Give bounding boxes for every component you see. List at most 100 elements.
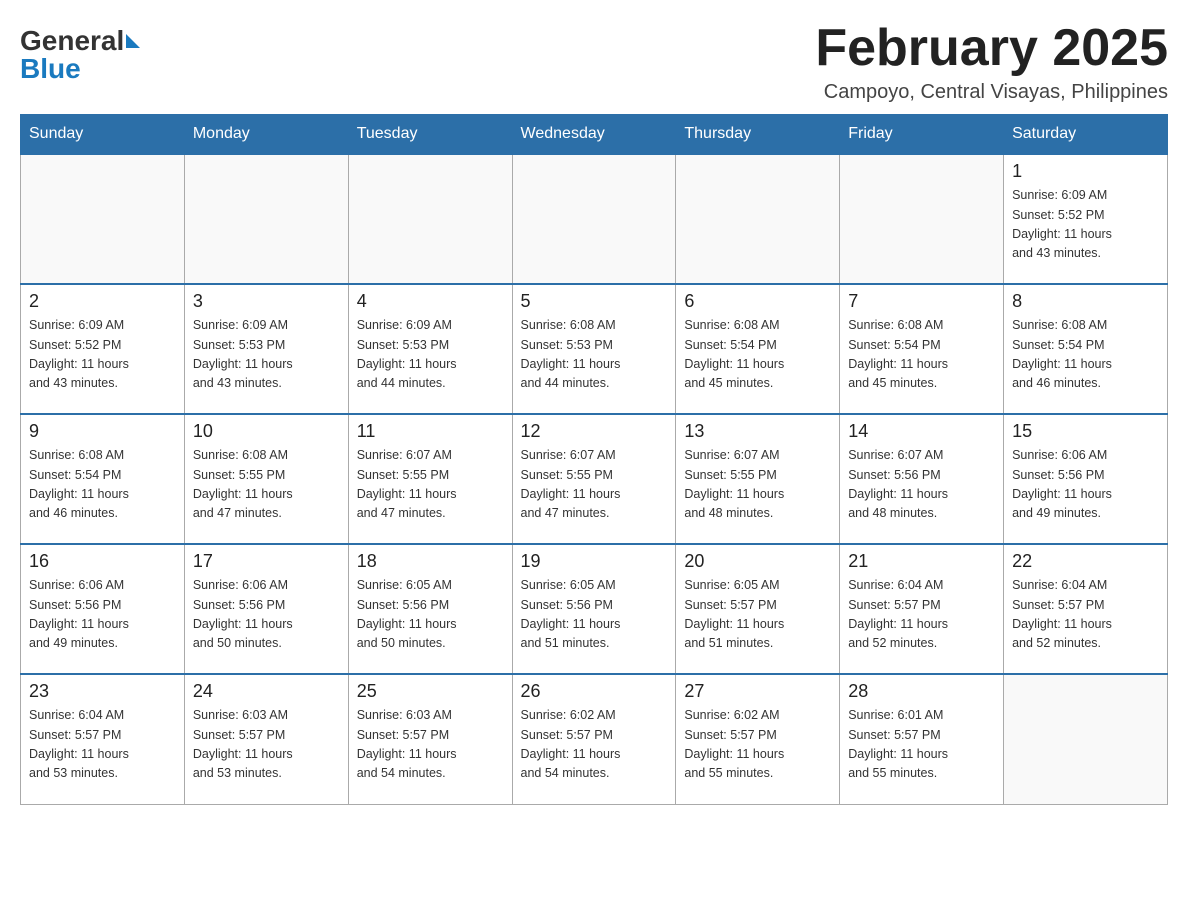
day-info: Sunrise: 6:05 AM Sunset: 5:56 PM Dayligh…: [521, 576, 668, 654]
day-info: Sunrise: 6:06 AM Sunset: 5:56 PM Dayligh…: [1012, 446, 1159, 524]
calendar-cell: 11 Sunrise: 6:07 AM Sunset: 5:55 PM Dayli…: [348, 414, 512, 544]
day-number: 27: [684, 681, 831, 702]
calendar-cell: 2 Sunrise: 6:09 AM Sunset: 5:52 PM Daylig…: [21, 284, 185, 414]
day-number: 11: [357, 421, 504, 442]
day-number: 12: [521, 421, 668, 442]
calendar-cell: 13 Sunrise: 6:07 AM Sunset: 5:55 PM Dayli…: [676, 414, 840, 544]
calendar-cell: [840, 154, 1004, 284]
calendar-cell: 12 Sunrise: 6:07 AM Sunset: 5:55 PM Dayli…: [512, 414, 676, 544]
calendar-cell: 4 Sunrise: 6:09 AM Sunset: 5:53 PM Daylig…: [348, 284, 512, 414]
day-number: 20: [684, 551, 831, 572]
week-row-3: 9Sunrise: 6:08 AM Sunset: 5:54 PM Daylig…: [21, 414, 1168, 544]
calendar-cell: 26 Sunrise: 6:02 AM Sunset: 5:57 PM Dayli…: [512, 674, 676, 804]
calendar-cell: 27 Sunrise: 6:02 AM Sunset: 5:57 PM Dayli…: [676, 674, 840, 804]
weekday-header-saturday: Saturday: [1004, 115, 1168, 155]
calendar-cell: 25 Sunrise: 6:03 AM Sunset: 5:57 PM Dayli…: [348, 674, 512, 804]
calendar-cell: 14 Sunrise: 6:07 AM Sunset: 5:56 PM Dayli…: [840, 414, 1004, 544]
calendar-cell: 15 Sunrise: 6:06 AM Sunset: 5:56 PM Dayli…: [1004, 414, 1168, 544]
week-row-5: 23 Sunrise: 6:04 AM Sunset: 5:57 PM Dayli…: [21, 674, 1168, 804]
day-info: Sunrise: 6:06 AM Sunset: 5:56 PM Dayligh…: [193, 576, 340, 654]
calendar-cell: 5Sunrise: 6:08 AM Sunset: 5:53 PM Daylig…: [512, 284, 676, 414]
day-info: Sunrise: 6:09 AM Sunset: 5:53 PM Dayligh…: [357, 316, 504, 394]
calendar-cell: [1004, 674, 1168, 804]
calendar-cell: 22 Sunrise: 6:04 AM Sunset: 5:57 PM Dayli…: [1004, 544, 1168, 674]
logo-blue-text: Blue: [20, 53, 81, 85]
day-info: Sunrise: 6:04 AM Sunset: 5:57 PM Dayligh…: [1012, 576, 1159, 654]
day-info: Sunrise: 6:06 AM Sunset: 5:56 PM Dayligh…: [29, 576, 176, 654]
day-info: Sunrise: 6:08 AM Sunset: 5:54 PM Dayligh…: [848, 316, 995, 394]
calendar-cell: 28Sunrise: 6:01 AM Sunset: 5:57 PM Dayli…: [840, 674, 1004, 804]
day-info: Sunrise: 6:08 AM Sunset: 5:54 PM Dayligh…: [1012, 316, 1159, 394]
day-info: Sunrise: 6:08 AM Sunset: 5:55 PM Dayligh…: [193, 446, 340, 524]
calendar-cell: [348, 154, 512, 284]
day-number: 16: [29, 551, 176, 572]
day-info: Sunrise: 6:08 AM Sunset: 5:54 PM Dayligh…: [684, 316, 831, 394]
calendar-cell: 9Sunrise: 6:08 AM Sunset: 5:54 PM Daylig…: [21, 414, 185, 544]
day-number: 15: [1012, 421, 1159, 442]
day-number: 4: [357, 291, 504, 312]
day-info: Sunrise: 6:02 AM Sunset: 5:57 PM Dayligh…: [684, 706, 831, 784]
day-info: Sunrise: 6:07 AM Sunset: 5:55 PM Dayligh…: [521, 446, 668, 524]
day-info: Sunrise: 6:02 AM Sunset: 5:57 PM Dayligh…: [521, 706, 668, 784]
day-info: Sunrise: 6:05 AM Sunset: 5:57 PM Dayligh…: [684, 576, 831, 654]
page-header: General Blue February 2025 Campoyo, Cent…: [20, 20, 1168, 104]
logo: General Blue: [20, 20, 140, 85]
weekday-header-row: SundayMondayTuesdayWednesdayThursdayFrid…: [21, 115, 1168, 155]
day-number: 26: [521, 681, 668, 702]
day-info: Sunrise: 6:07 AM Sunset: 5:55 PM Dayligh…: [684, 446, 831, 524]
day-info: Sunrise: 6:08 AM Sunset: 5:53 PM Dayligh…: [521, 316, 668, 394]
calendar-cell: 18 Sunrise: 6:05 AM Sunset: 5:56 PM Dayli…: [348, 544, 512, 674]
weekday-header-monday: Monday: [184, 115, 348, 155]
day-number: 24: [193, 681, 340, 702]
day-info: Sunrise: 6:07 AM Sunset: 5:55 PM Dayligh…: [357, 446, 504, 524]
calendar-cell: 21 Sunrise: 6:04 AM Sunset: 5:57 PM Dayli…: [840, 544, 1004, 674]
week-row-2: 2 Sunrise: 6:09 AM Sunset: 5:52 PM Daylig…: [21, 284, 1168, 414]
day-number: 25: [357, 681, 504, 702]
weekday-header-tuesday: Tuesday: [348, 115, 512, 155]
day-number: 1: [1012, 161, 1159, 182]
day-number: 13: [684, 421, 831, 442]
calendar-cell: 7Sunrise: 6:08 AM Sunset: 5:54 PM Daylig…: [840, 284, 1004, 414]
day-info: Sunrise: 6:09 AM Sunset: 5:53 PM Dayligh…: [193, 316, 340, 394]
weekday-header-thursday: Thursday: [676, 115, 840, 155]
day-number: 23: [29, 681, 176, 702]
day-number: 2: [29, 291, 176, 312]
day-info: Sunrise: 6:09 AM Sunset: 5:52 PM Dayligh…: [1012, 186, 1159, 264]
calendar-cell: 8 Sunrise: 6:08 AM Sunset: 5:54 PM Daylig…: [1004, 284, 1168, 414]
day-number: 10: [193, 421, 340, 442]
calendar-cell: 1 Sunrise: 6:09 AM Sunset: 5:52 PM Daylig…: [1004, 154, 1168, 284]
week-row-4: 16 Sunrise: 6:06 AM Sunset: 5:56 PM Dayli…: [21, 544, 1168, 674]
title-section: February 2025 Campoyo, Central Visayas, …: [815, 20, 1168, 104]
day-number: 21: [848, 551, 995, 572]
day-info: Sunrise: 6:01 AM Sunset: 5:57 PM Dayligh…: [848, 706, 995, 784]
day-info: Sunrise: 6:09 AM Sunset: 5:52 PM Dayligh…: [29, 316, 176, 394]
day-number: 14: [848, 421, 995, 442]
month-title: February 2025: [815, 20, 1168, 77]
day-info: Sunrise: 6:03 AM Sunset: 5:57 PM Dayligh…: [357, 706, 504, 784]
day-number: 22: [1012, 551, 1159, 572]
week-row-1: 1 Sunrise: 6:09 AM Sunset: 5:52 PM Daylig…: [21, 154, 1168, 284]
day-number: 3: [193, 291, 340, 312]
weekday-header-wednesday: Wednesday: [512, 115, 676, 155]
calendar-cell: [676, 154, 840, 284]
calendar-cell: [21, 154, 185, 284]
day-number: 8: [1012, 291, 1159, 312]
day-info: Sunrise: 6:07 AM Sunset: 5:56 PM Dayligh…: [848, 446, 995, 524]
day-info: Sunrise: 6:04 AM Sunset: 5:57 PM Dayligh…: [848, 576, 995, 654]
day-info: Sunrise: 6:05 AM Sunset: 5:56 PM Dayligh…: [357, 576, 504, 654]
weekday-header-friday: Friday: [840, 115, 1004, 155]
calendar-cell: 3 Sunrise: 6:09 AM Sunset: 5:53 PM Daylig…: [184, 284, 348, 414]
calendar-cell: 24Sunrise: 6:03 AM Sunset: 5:57 PM Dayli…: [184, 674, 348, 804]
day-info: Sunrise: 6:04 AM Sunset: 5:57 PM Dayligh…: [29, 706, 176, 784]
calendar-cell: 17 Sunrise: 6:06 AM Sunset: 5:56 PM Dayli…: [184, 544, 348, 674]
day-number: 17: [193, 551, 340, 572]
calendar-cell: 10 Sunrise: 6:08 AM Sunset: 5:55 PM Dayli…: [184, 414, 348, 544]
calendar-table: SundayMondayTuesdayWednesdayThursdayFrid…: [20, 114, 1168, 805]
weekday-header-sunday: Sunday: [21, 115, 185, 155]
calendar-cell: [184, 154, 348, 284]
calendar-cell: 6Sunrise: 6:08 AM Sunset: 5:54 PM Daylig…: [676, 284, 840, 414]
day-number: 9: [29, 421, 176, 442]
location-title: Campoyo, Central Visayas, Philippines: [815, 81, 1168, 104]
calendar-cell: [512, 154, 676, 284]
day-number: 18: [357, 551, 504, 572]
